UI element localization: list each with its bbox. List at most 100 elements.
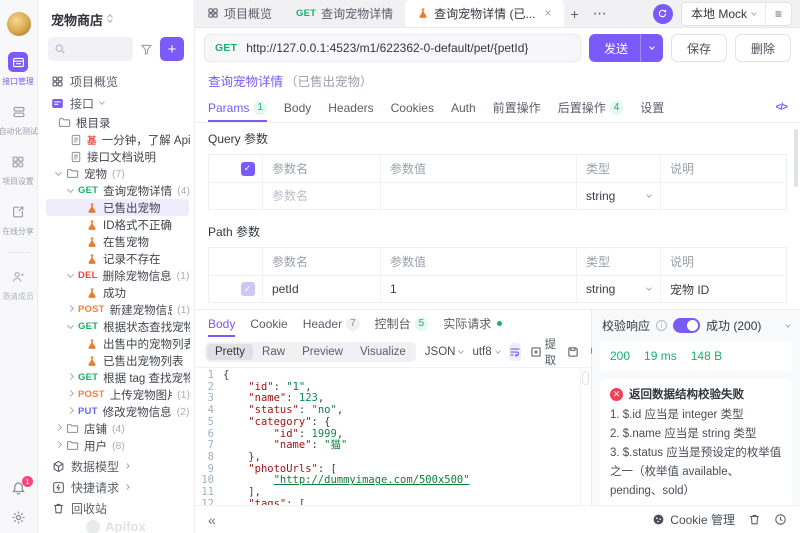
- avatar[interactable]: [6, 12, 31, 36]
- gear-icon[interactable]: [11, 510, 26, 525]
- tree-group-post-create-pet[interactable]: POST 新建宠物信息 (1): [38, 301, 194, 318]
- param-desc-input[interactable]: [670, 189, 777, 203]
- add-button[interactable]: +: [160, 37, 184, 61]
- tab-settings[interactable]: 设置: [640, 93, 664, 122]
- encoding-select[interactable]: utf8: [472, 346, 501, 358]
- tab-active-case[interactable]: 查询宠物详情 (已... ×: [405, 0, 564, 27]
- tree-folder-store[interactable]: 店铺 (4): [38, 420, 194, 437]
- tree-group-get-find-by-tag[interactable]: GET 根据 tag 查找宠物列...: [38, 369, 194, 386]
- scrollbar-thumb[interactable]: [582, 371, 589, 385]
- chevron-right-icon[interactable]: [66, 304, 75, 313]
- chevron-right-icon[interactable]: [54, 423, 63, 432]
- search-input[interactable]: [48, 37, 133, 61]
- history-icon[interactable]: [774, 513, 787, 526]
- chevron-right-icon[interactable]: [66, 406, 75, 415]
- sidebar-item-quick-request[interactable]: 快捷请求: [38, 477, 194, 498]
- tab-response-body[interactable]: Body: [208, 310, 235, 337]
- rail-item-automated-testing[interactable]: 自动化测试: [0, 102, 40, 137]
- chevron-down-icon[interactable]: [54, 168, 63, 177]
- drag-handle[interactable]: [209, 183, 233, 209]
- endpoint-title[interactable]: 查询宠物详情: [208, 71, 283, 90]
- tab-pre-processors[interactable]: 前置操作: [493, 93, 541, 122]
- chevron-down-icon[interactable]: [66, 321, 75, 330]
- response-time[interactable]: 19 ms: [644, 349, 677, 363]
- tab-params[interactable]: Params 1: [208, 93, 267, 122]
- tree-case-on-sale[interactable]: 在售宠物: [38, 233, 194, 250]
- rail-item-invite-member[interactable]: 邀请成员: [1, 267, 35, 302]
- mode-preview[interactable]: Preview: [294, 344, 351, 360]
- url-input[interactable]: GET http://127.0.0.1:4523/m1/622362-0-de…: [204, 34, 581, 62]
- tree-group-get-pet-detail[interactable]: GET 查询宠物详情 (4): [38, 182, 194, 199]
- rail-item-online-share[interactable]: 在线分享: [1, 202, 35, 237]
- tab-console[interactable]: 控制台 5: [375, 310, 429, 337]
- tree-group-put-update-pet[interactable]: PUT 修改宠物信息 (2): [38, 403, 194, 420]
- status-code[interactable]: 200: [610, 349, 630, 363]
- chevron-right-icon[interactable]: [66, 389, 75, 398]
- param-value-input[interactable]: [390, 282, 567, 296]
- menu-button[interactable]: ≡: [765, 2, 791, 25]
- tree-case-invalid-id[interactable]: ID格式不正确: [38, 216, 194, 233]
- extract-button[interactable]: 提取: [530, 336, 556, 368]
- tab-project-overview[interactable]: 项目概览: [195, 0, 284, 27]
- env-selector[interactable]: 本地 Mock: [682, 3, 765, 25]
- delete-button[interactable]: 删除: [734, 34, 791, 62]
- tree-doc-api-note[interactable]: 接口文档说明: [38, 148, 194, 165]
- type-select[interactable]: string: [586, 189, 652, 203]
- clear-icon[interactable]: [748, 513, 761, 526]
- sidebar-item-trash[interactable]: 回收站: [38, 498, 194, 519]
- tab-auth[interactable]: Auth: [451, 93, 476, 122]
- response-size[interactable]: 148 B: [691, 349, 722, 363]
- word-wrap-icon[interactable]: [508, 343, 521, 361]
- tree-case-on-sale-list[interactable]: 出售中的宠物列表: [38, 335, 194, 352]
- format-select[interactable]: JSON: [425, 346, 465, 358]
- param-desc-cell[interactable]: 宠物 ID: [661, 276, 786, 302]
- tree-case-success[interactable]: 成功: [38, 284, 194, 301]
- tab-actual-request[interactable]: 实际请求: [443, 310, 503, 337]
- tree-group-del-pet[interactable]: DEL 删除宠物信息 (1): [38, 267, 194, 284]
- filter-icon[interactable]: [140, 43, 153, 56]
- row-checkbox[interactable]: ✓: [240, 282, 255, 296]
- tree-folder-user[interactable]: 用户 (8): [38, 437, 194, 454]
- scrollbar-track[interactable]: [580, 368, 591, 505]
- send-button[interactable]: 发送: [588, 34, 663, 62]
- validation-toggle[interactable]: [673, 318, 701, 333]
- save-button[interactable]: 保存: [670, 34, 727, 62]
- type-select[interactable]: string: [586, 282, 652, 296]
- chevron-right-icon[interactable]: [54, 440, 63, 449]
- cookie-manager-button[interactable]: Cookie 管理: [652, 511, 735, 528]
- sync-icon[interactable]: [652, 3, 673, 24]
- send-options-icon[interactable]: [639, 34, 663, 62]
- chevron-down-icon[interactable]: [785, 321, 791, 328]
- notifications-button[interactable]: 1: [11, 476, 33, 496]
- tree-group-post-upload-image[interactable]: POST 上传宠物图片 (1): [38, 386, 194, 403]
- new-tab-button[interactable]: +: [564, 6, 586, 22]
- save-response-icon[interactable]: [567, 346, 579, 358]
- code-viewer[interactable]: 1{2 "id": "1", 3 "name": 123, 4 "status": …: [195, 367, 591, 505]
- tab-body[interactable]: Body: [284, 93, 311, 122]
- tree-doc-intro[interactable]: 基 一分钟，了解 Apifox!: [38, 131, 194, 148]
- chevron-down-icon[interactable]: [66, 185, 75, 194]
- select-all-checkbox[interactable]: ✓: [240, 161, 255, 176]
- tree-case-sold-list[interactable]: 已售出宠物列表: [38, 352, 194, 369]
- tab-post-processors[interactable]: 后置操作 4: [558, 93, 624, 122]
- chevron-down-icon[interactable]: [66, 270, 75, 279]
- info-icon[interactable]: i: [656, 320, 668, 331]
- drag-handle[interactable]: [209, 276, 233, 302]
- rail-item-api-management[interactable]: 接口管理: [1, 52, 35, 87]
- mode-visualize[interactable]: Visualize: [352, 344, 414, 360]
- mode-pretty[interactable]: Pretty: [207, 344, 254, 360]
- tree-folder-root[interactable]: 根目录: [38, 114, 194, 131]
- code-icon[interactable]: </>: [776, 102, 789, 113]
- tree-folder-pets[interactable]: 宠物 (7): [38, 165, 194, 182]
- tab-get-endpoint[interactable]: GET 查询宠物详情: [284, 0, 405, 27]
- mode-raw[interactable]: Raw: [254, 344, 293, 360]
- sidebar-item-overview[interactable]: 项目概览: [38, 70, 194, 92]
- tab-cookies[interactable]: Cookies: [391, 93, 434, 122]
- sidebar-section-api[interactable]: 接口: [38, 92, 194, 114]
- tab-headers[interactable]: Headers: [328, 93, 373, 122]
- tree-case-not-found[interactable]: 记录不存在: [38, 250, 194, 267]
- close-icon[interactable]: ×: [545, 6, 552, 20]
- more-tabs-icon[interactable]: ⋯: [586, 5, 614, 22]
- tab-response-cookie[interactable]: Cookie: [250, 310, 287, 337]
- rail-item-project-settings[interactable]: 项目设置: [1, 152, 35, 187]
